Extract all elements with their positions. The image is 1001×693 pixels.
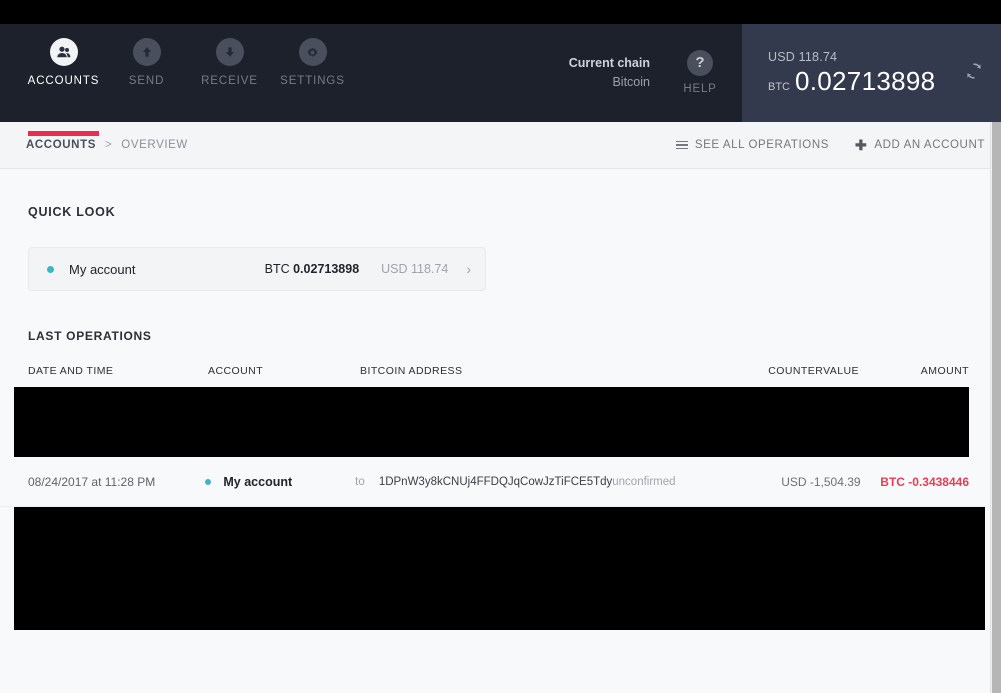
nav-label-settings: SETTINGS xyxy=(280,75,345,87)
current-chain-value: Bitcoin xyxy=(612,75,650,89)
breadcrumb: ACCOUNTS > OVERVIEW xyxy=(26,139,676,151)
quick-look-btc-label: BTC xyxy=(264,262,290,276)
balance-panel: USD 118.74 BTC 0.02713898 xyxy=(742,24,1001,122)
send-up-arrow-icon xyxy=(132,38,161,66)
column-header-amount: AMOUNT xyxy=(920,365,969,377)
gear-icon xyxy=(298,38,327,66)
quick-look-btc: BTC 0.02713898 xyxy=(265,262,360,276)
nav-label-accounts: ACCOUNTS xyxy=(27,75,100,87)
quick-look-account-card[interactable]: My account BTC 0.02713898 USD 118.74 › xyxy=(28,247,486,291)
nav-item-send[interactable]: SEND xyxy=(105,38,188,122)
quick-look-account-name: My account xyxy=(69,261,136,277)
main-content: QUICK LOOK My account BTC 0.02713898 USD… xyxy=(0,169,1001,630)
operation-account-name: My account xyxy=(223,474,293,489)
render-artifact-band-bottom xyxy=(14,507,985,630)
nav-label-send: SEND xyxy=(128,75,165,87)
column-header-countervalue: COUNTERVALUE xyxy=(768,365,859,377)
balance-text: USD 118.74 BTC 0.02713898 xyxy=(768,50,953,97)
quick-look-btc-value: 0.02713898 xyxy=(293,262,360,276)
account-status-dot xyxy=(205,478,212,485)
breadcrumb-bar: ACCOUNTS > OVERVIEW SEE ALL OPERATIONS ✚… xyxy=(0,122,1001,169)
operation-date: 08/24/2017 at 11:28 PM xyxy=(28,474,156,489)
account-status-dot xyxy=(47,265,54,273)
hamburger-icon xyxy=(675,140,688,150)
add-an-account-button[interactable]: ✚ ADD AN ACCOUNT xyxy=(855,138,985,152)
plus-icon: ✚ xyxy=(855,137,868,153)
accounts-icon xyxy=(49,38,78,66)
question-mark-icon: ? xyxy=(687,49,713,76)
column-header-account: ACCOUNT xyxy=(208,365,264,377)
current-chain-label: Current chain xyxy=(568,55,650,70)
add-an-account-label: ADD AN ACCOUNT xyxy=(874,139,985,151)
operation-address: 1DPnW3y8kCNUj4FFDQJqCowJzTiFCE5Tdy xyxy=(378,475,613,488)
column-header-address: BITCOIN ADDRESS xyxy=(360,365,463,377)
nav-active-underline xyxy=(28,131,99,136)
scrollbar-thumb[interactable] xyxy=(992,122,1001,693)
nav-item-receive[interactable]: RECEIVE xyxy=(188,38,271,122)
current-chain: Current chain Bitcoin xyxy=(569,54,650,93)
operation-direction: to xyxy=(355,475,365,488)
operation-account: My account xyxy=(205,475,355,489)
see-all-operations-button[interactable]: SEE ALL OPERATIONS xyxy=(675,139,830,151)
column-header-date: DATE AND TIME xyxy=(28,365,114,377)
nav-item-settings[interactable]: SETTINGS xyxy=(271,38,354,122)
balance-unit: BTC xyxy=(768,80,790,93)
app-window: ACCOUNTS SEND RECEIVE SETTINGS Current c… xyxy=(0,0,1001,693)
vertical-scrollbar[interactable] xyxy=(990,122,1001,693)
operations-table-header: DATE AND TIME ACCOUNT BITCOIN ADDRESS CO… xyxy=(0,343,985,387)
operation-amount: BTC -0.3438446 xyxy=(880,474,969,489)
window-titlebar xyxy=(0,0,1001,24)
table-row[interactable]: 08/24/2017 at 11:28 PM My account to 1DP… xyxy=(0,457,985,507)
receive-down-arrow-icon xyxy=(215,38,244,66)
breadcrumb-overview: OVERVIEW xyxy=(121,139,188,151)
last-operations-title: LAST OPERATIONS xyxy=(28,329,152,343)
render-artifact-band-top xyxy=(14,387,969,457)
quick-look-title: QUICK LOOK xyxy=(28,205,116,219)
balance-countervalue: USD 118.74 xyxy=(768,49,838,64)
quick-look-usd: USD 118.74 xyxy=(381,262,449,276)
see-all-operations-label: SEE ALL OPERATIONS xyxy=(694,139,830,151)
balance-amount: 0.02713898 xyxy=(795,65,936,96)
chevron-right-icon[interactable]: › xyxy=(466,262,471,276)
main-navigation: ACCOUNTS SEND RECEIVE SETTINGS xyxy=(0,24,354,136)
breadcrumb-separator: > xyxy=(104,139,113,151)
header-right-group: Current chain Bitcoin ? HELP xyxy=(354,24,742,122)
nav-label-receive: RECEIVE xyxy=(201,75,258,87)
nav-item-accounts[interactable]: ACCOUNTS xyxy=(22,38,105,136)
app-header: ACCOUNTS SEND RECEIVE SETTINGS Current c… xyxy=(0,24,1001,136)
refresh-icon[interactable] xyxy=(963,60,985,87)
help-label: HELP xyxy=(683,82,717,95)
help-button[interactable]: ? HELP xyxy=(676,49,724,97)
breadcrumb-actions: SEE ALL OPERATIONS ✚ ADD AN ACCOUNT xyxy=(675,138,985,152)
operation-status: unconfirmed xyxy=(612,475,676,488)
breadcrumb-accounts[interactable]: ACCOUNTS xyxy=(26,139,96,151)
operation-countervalue: USD -1,504.39 xyxy=(781,474,861,489)
balance-main: BTC 0.02713898 xyxy=(768,66,953,97)
